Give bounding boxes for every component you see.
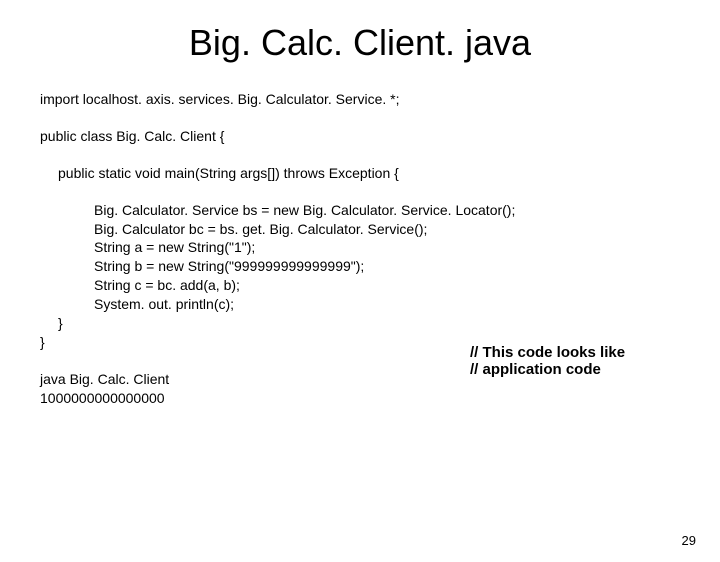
code-import: import localhost. axis. services. Big. C…	[40, 90, 680, 109]
output-line: 1000000000000000	[40, 389, 680, 408]
annotation: // This code looks like // application c…	[470, 344, 625, 378]
annotation-line: // This code looks like	[470, 344, 625, 361]
code-line: String c = bc. add(a, b);	[94, 276, 680, 295]
code-close-brace: }	[58, 314, 680, 333]
code-line: System. out. println(c);	[94, 295, 680, 314]
code-line: Big. Calculator. Service bs = new Big. C…	[94, 201, 680, 220]
page-number: 29	[682, 533, 696, 548]
code-line: Big. Calculator bc = bs. get. Big. Calcu…	[94, 220, 680, 239]
code-main-decl: public static void main(String args[]) t…	[58, 164, 680, 183]
code-class-decl: public class Big. Calc. Client {	[40, 127, 680, 146]
code-line: String b = new String("999999999999999")…	[94, 257, 680, 276]
annotation-line: // application code	[470, 361, 625, 378]
slide-title: Big. Calc. Client. java	[0, 22, 720, 64]
code-block: Big. Calculator. Service bs = new Big. C…	[94, 201, 680, 314]
slide: Big. Calc. Client. java import localhost…	[0, 22, 720, 562]
code-line: String a = new String("1");	[94, 238, 680, 257]
